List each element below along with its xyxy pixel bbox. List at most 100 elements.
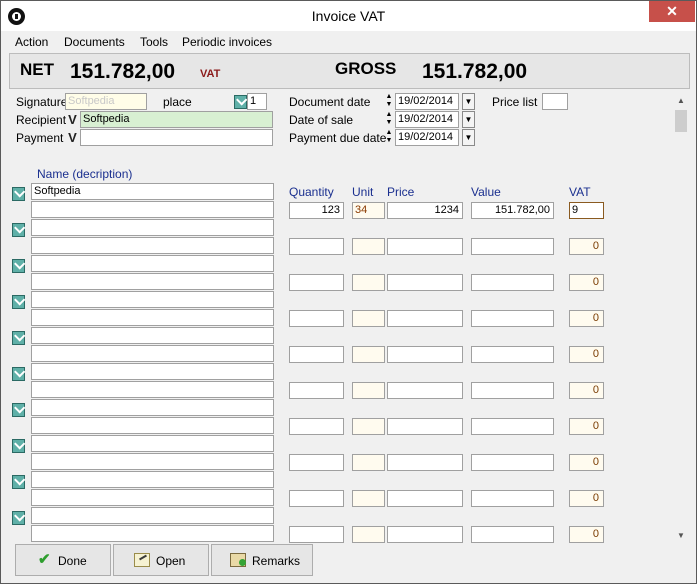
close-button[interactable]: ✕	[649, 1, 695, 22]
row-select-icon[interactable]	[12, 259, 25, 273]
item-name-field[interactable]	[31, 471, 274, 488]
unit-field[interactable]	[352, 418, 385, 435]
menu-tools[interactable]: Tools	[140, 35, 168, 49]
unit-field[interactable]	[352, 526, 385, 543]
row-select-icon[interactable]	[12, 223, 25, 237]
unit-field[interactable]	[352, 382, 385, 399]
value-field[interactable]	[471, 346, 554, 363]
done-button[interactable]: ✔ Done	[15, 544, 111, 576]
row-select-icon[interactable]	[12, 511, 25, 525]
quantity-field[interactable]: 123	[289, 202, 344, 219]
menu-periodic-invoices[interactable]: Periodic invoices	[182, 35, 272, 49]
unit-field[interactable]	[352, 238, 385, 255]
quantity-field[interactable]	[289, 526, 344, 543]
signature-field[interactable]: Softpedia	[65, 93, 147, 110]
quantity-field[interactable]	[289, 310, 344, 327]
vat-field[interactable]: 0	[569, 274, 604, 291]
price-field[interactable]	[387, 526, 463, 543]
value-field[interactable]	[471, 454, 554, 471]
recipient-field[interactable]: Softpedia	[80, 111, 273, 128]
value-field[interactable]	[471, 238, 554, 255]
value-field[interactable]	[471, 526, 554, 543]
item-name-field[interactable]	[31, 255, 274, 272]
item-name-line2-field[interactable]	[31, 525, 274, 542]
vat-field[interactable]: 0	[569, 526, 604, 543]
payment-due-date-dropdown-icon[interactable]: ▼	[462, 129, 475, 146]
scroll-thumb[interactable]	[675, 110, 687, 132]
vat-field[interactable]: 0	[569, 238, 604, 255]
menu-documents[interactable]: Documents	[64, 35, 125, 49]
vat-field[interactable]: 0	[569, 490, 604, 507]
item-name-line2-field[interactable]	[31, 273, 274, 290]
row-select-icon[interactable]	[12, 331, 25, 345]
item-name-field[interactable]	[31, 291, 274, 308]
item-name-line2-field[interactable]	[31, 345, 274, 362]
vat-field[interactable]: 0	[569, 310, 604, 327]
open-button[interactable]: Open	[113, 544, 209, 576]
value-field[interactable]	[471, 382, 554, 399]
price-field[interactable]: 1234	[387, 202, 463, 219]
row-select-icon[interactable]	[12, 439, 25, 453]
date-of-sale-dropdown-icon[interactable]: ▼	[462, 111, 475, 128]
unit-field[interactable]	[352, 274, 385, 291]
unit-field[interactable]: 34	[352, 202, 385, 219]
row-select-icon[interactable]	[12, 475, 25, 489]
unit-field[interactable]	[352, 490, 385, 507]
price-field[interactable]	[387, 346, 463, 363]
price-field[interactable]	[387, 418, 463, 435]
price-field[interactable]	[387, 382, 463, 399]
row-select-icon[interactable]	[12, 403, 25, 417]
vat-field[interactable]: 0	[569, 454, 604, 471]
vat-field[interactable]: 0	[569, 346, 604, 363]
row-select-icon[interactable]	[12, 367, 25, 381]
quantity-field[interactable]	[289, 238, 344, 255]
item-name-field[interactable]	[31, 399, 274, 416]
unit-field[interactable]	[352, 454, 385, 471]
document-date-spinner[interactable]: ▲ ▼	[384, 93, 394, 110]
scroll-down-icon[interactable]: ▼	[672, 527, 690, 544]
place-select-icon[interactable]	[234, 95, 247, 109]
price-field[interactable]	[387, 238, 463, 255]
payment-due-date-spinner[interactable]: ▲ ▼	[384, 129, 394, 146]
value-field[interactable]	[471, 274, 554, 291]
item-name-line2-field[interactable]	[31, 417, 274, 434]
price-field[interactable]	[387, 454, 463, 471]
item-name-field[interactable]: Softpedia	[31, 183, 274, 200]
vat-field[interactable]: 0	[569, 418, 604, 435]
quantity-field[interactable]	[289, 274, 344, 291]
item-name-line2-field[interactable]	[31, 309, 274, 326]
value-field[interactable]	[471, 490, 554, 507]
value-field[interactable]	[471, 418, 554, 435]
item-name-line2-field[interactable]	[31, 237, 274, 254]
row-select-icon[interactable]	[12, 295, 25, 309]
item-name-field[interactable]	[31, 507, 274, 524]
item-name-field[interactable]	[31, 219, 274, 236]
item-name-line2-field[interactable]	[31, 453, 274, 470]
quantity-field[interactable]	[289, 418, 344, 435]
quantity-field[interactable]	[289, 490, 344, 507]
date-of-sale-spinner[interactable]: ▲ ▼	[384, 111, 394, 128]
date-of-sale-field[interactable]: 19/02/2014	[395, 111, 459, 128]
item-name-field[interactable]	[31, 327, 274, 344]
recipient-check-icon[interactable]: V	[66, 112, 79, 127]
unit-field[interactable]	[352, 310, 385, 327]
price-field[interactable]	[387, 310, 463, 327]
unit-field[interactable]	[352, 346, 385, 363]
quantity-field[interactable]	[289, 454, 344, 471]
vat-field[interactable]: 9	[569, 202, 604, 219]
quantity-field[interactable]	[289, 346, 344, 363]
document-date-dropdown-icon[interactable]: ▼	[462, 93, 475, 110]
quantity-field[interactable]	[289, 382, 344, 399]
price-field[interactable]	[387, 274, 463, 291]
scroll-up-icon[interactable]: ▲	[672, 92, 690, 109]
item-name-line2-field[interactable]	[31, 381, 274, 398]
payment-due-date-field[interactable]: 19/02/2014	[395, 129, 459, 146]
row-select-icon[interactable]	[12, 187, 25, 201]
item-name-field[interactable]	[31, 435, 274, 452]
item-name-line2-field[interactable]	[31, 489, 274, 506]
remarks-button[interactable]: Remarks	[211, 544, 313, 576]
vertical-scrollbar[interactable]: ▲ ▼	[672, 92, 690, 544]
payment-field[interactable]	[80, 129, 273, 146]
payment-check-icon[interactable]: V	[66, 130, 79, 145]
item-name-field[interactable]	[31, 363, 274, 380]
